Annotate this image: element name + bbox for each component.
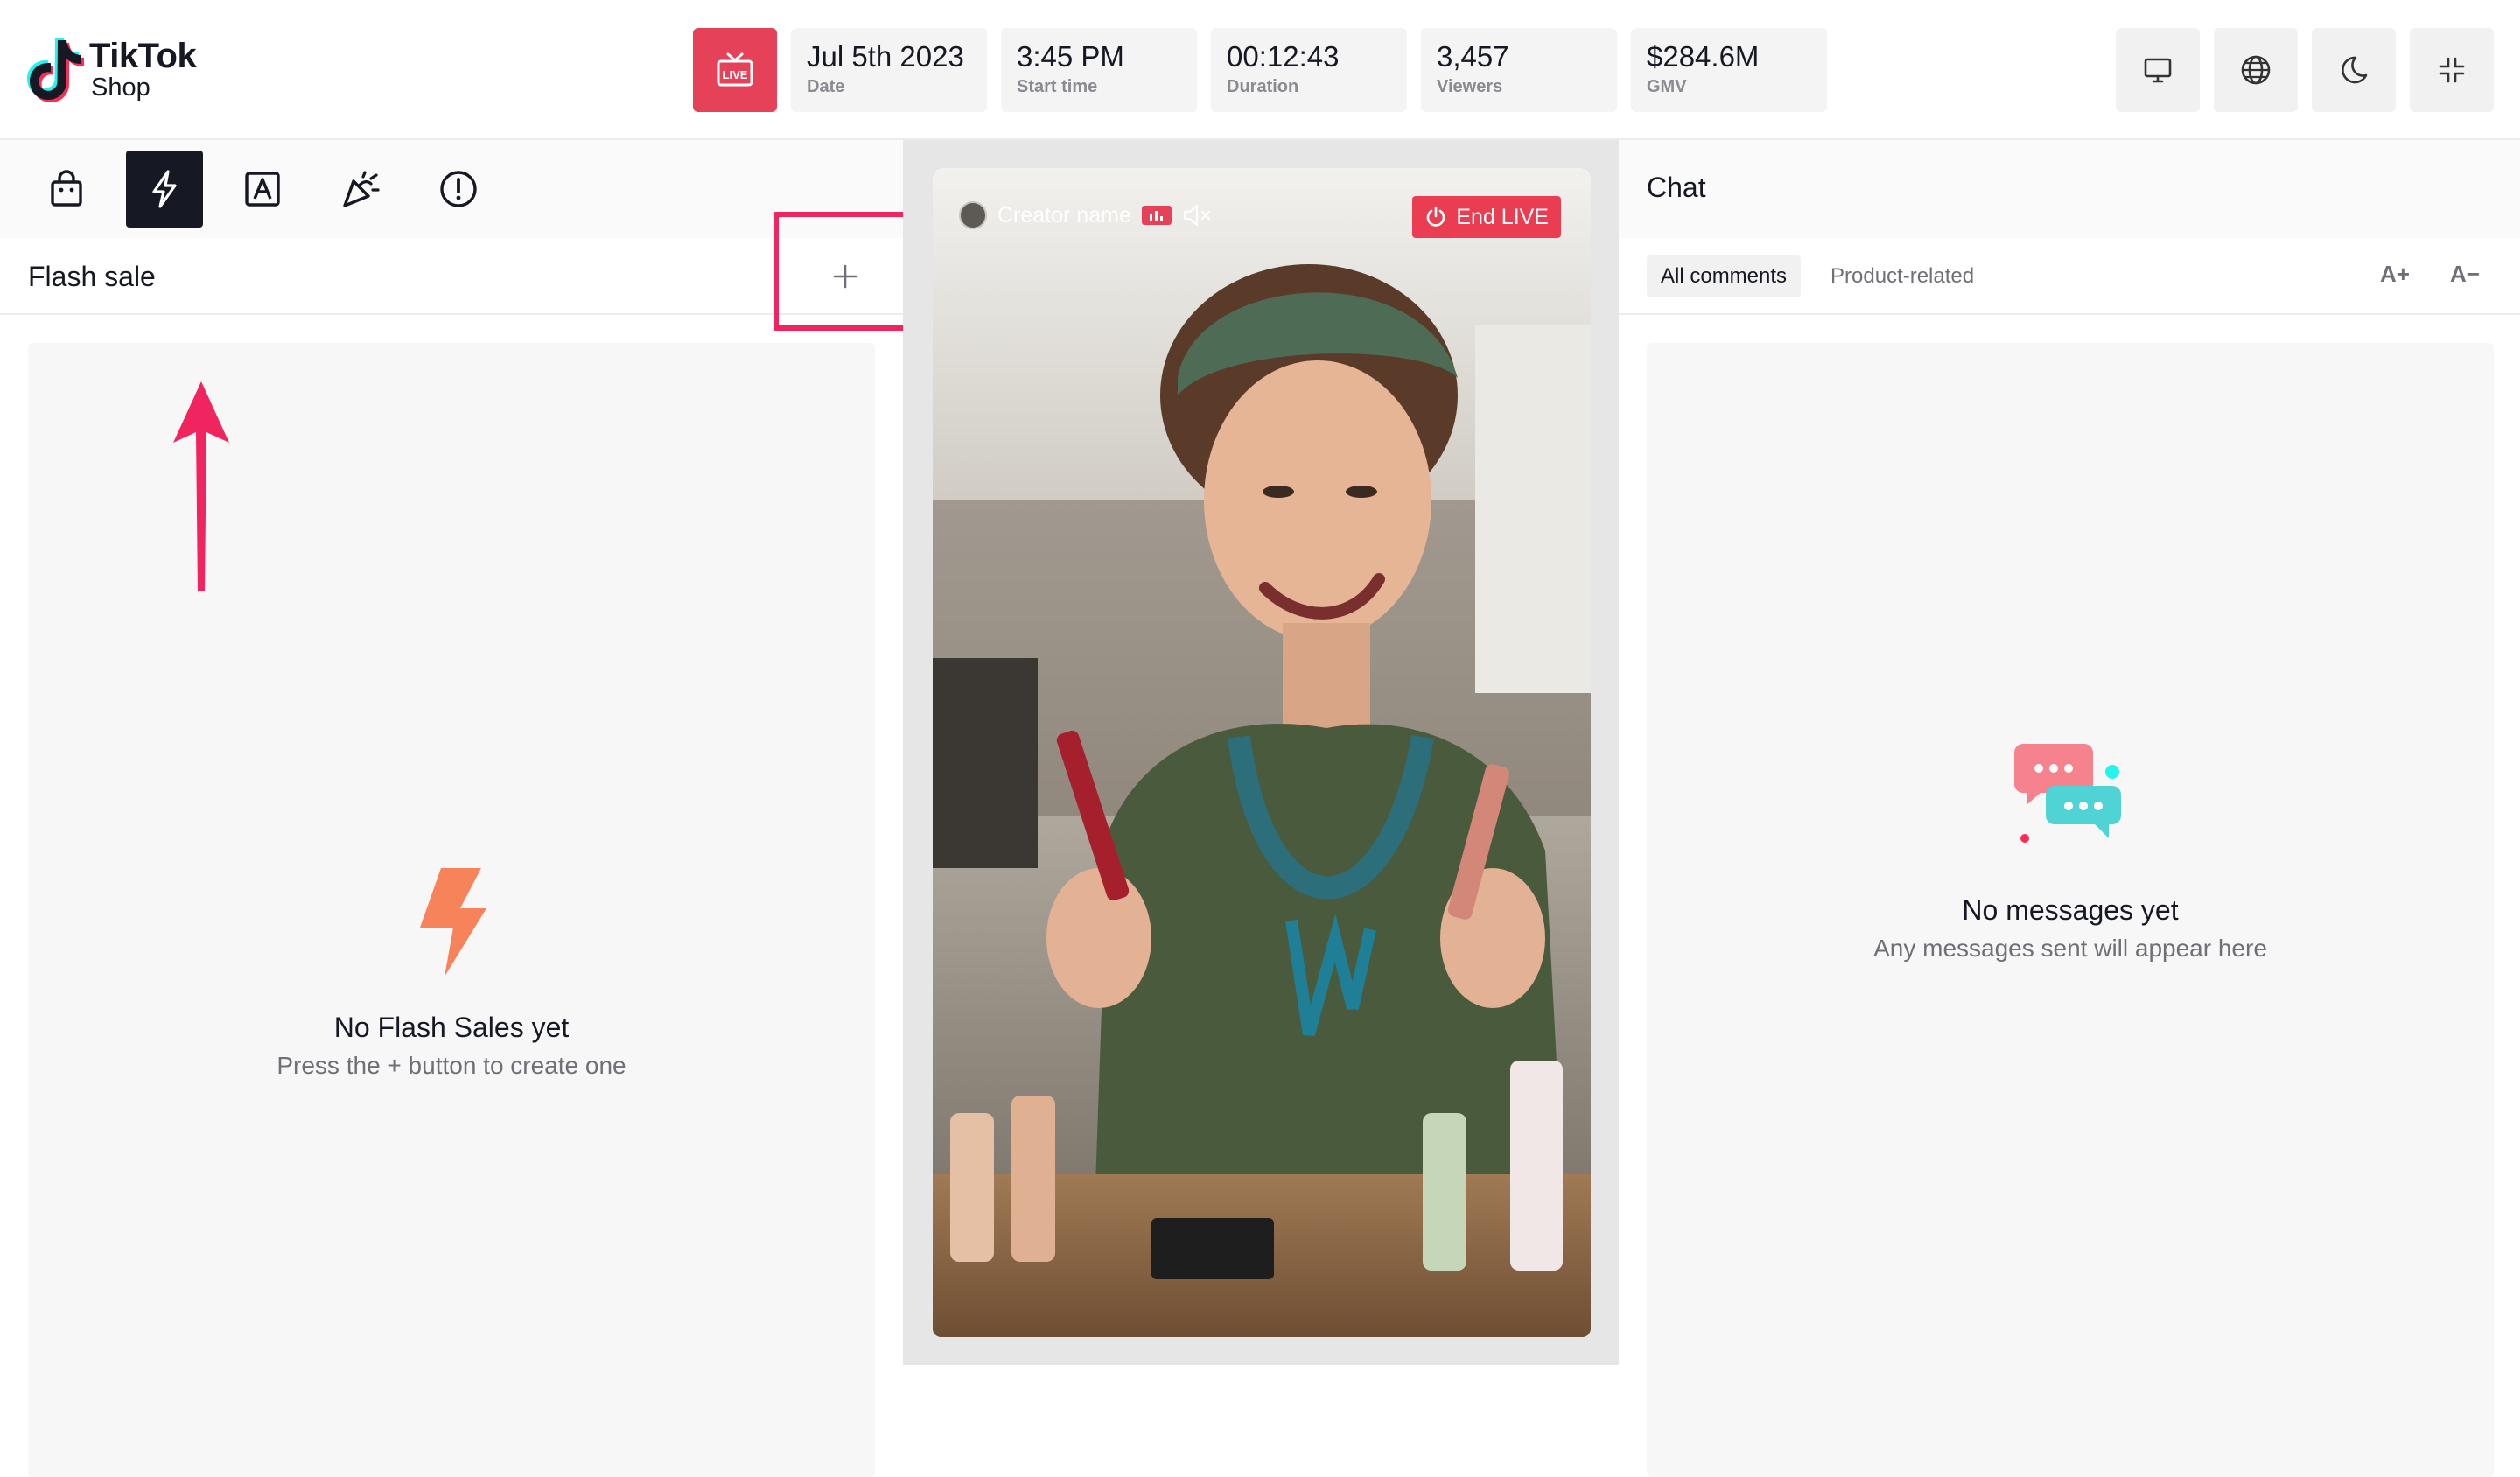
stat-viewers: 3,457 Viewers xyxy=(1421,28,1617,112)
flash-sale-header: Flash sale xyxy=(0,238,903,315)
chat-empty-card: No messages yet Any messages sent will a… xyxy=(1647,343,2494,1477)
creator-name: Creator name xyxy=(998,202,1131,228)
empty-state-title: No Flash Sales yet xyxy=(333,1012,570,1043)
end-live-label: End LIVE xyxy=(1456,204,1549,229)
font-decrease-button[interactable]: A− xyxy=(2450,261,2480,288)
tiktok-shop-logo: TikTok Shop xyxy=(26,35,219,110)
stat-value: 3,457 xyxy=(1437,40,1509,73)
flash-sale-title: Flash sale xyxy=(28,261,156,292)
flash-sale-lightning-icon xyxy=(420,868,486,976)
tool-tabs xyxy=(0,140,903,238)
stat-value: $284.6M xyxy=(1647,40,1760,73)
live-stats-bar: LIVE Jul 5th 2023 Date 3:45 PM Start tim… xyxy=(693,28,1827,112)
chat-bubbles-icon xyxy=(2014,744,2121,843)
annotation-arrow-icon xyxy=(173,382,229,592)
language-button[interactable] xyxy=(2214,28,2298,112)
chat-panel: Chat All comments Product-related A+ A− … xyxy=(1619,140,2520,1477)
power-icon xyxy=(1427,206,1446,227)
monitor-icon xyxy=(2144,58,2172,83)
chat-empty-subtitle: Any messages sent will appear here xyxy=(1873,934,2267,962)
stat-label: Duration xyxy=(1227,77,1299,96)
add-button-highlight-box xyxy=(774,212,922,331)
exit-fullscreen-button[interactable] xyxy=(2410,28,2494,112)
party-popper-icon xyxy=(343,171,380,207)
tab-alerts[interactable] xyxy=(420,150,497,228)
header-actions xyxy=(2116,28,2494,112)
live-preview-panel: Creator name End LIVE xyxy=(903,140,1619,1365)
left-panel: Flash sale No Flash Sales yet Press the … xyxy=(0,140,922,1477)
dark-mode-button[interactable] xyxy=(2312,28,2396,112)
chat-empty-title: No messages yet xyxy=(1962,894,2179,926)
stat-gmv: $284.6M GMV xyxy=(1631,28,1827,112)
video-frame-image xyxy=(933,168,1591,1337)
creator-avatar xyxy=(959,201,987,229)
shopping-bag-icon xyxy=(51,170,82,206)
live-video-preview: Creator name End LIVE xyxy=(933,168,1591,1337)
alert-icon xyxy=(440,171,477,207)
flash-sale-empty-card: No Flash Sales yet Press the + button to… xyxy=(28,343,875,1477)
stat-duration: 00:12:43 Duration xyxy=(1211,28,1407,112)
minimize-icon xyxy=(2439,57,2465,83)
end-live-button[interactable]: End LIVE xyxy=(1412,196,1561,238)
logo-brand-text: TikTok xyxy=(89,37,197,75)
font-increase-button[interactable]: A+ xyxy=(2380,261,2410,288)
live-indicator-icon xyxy=(1141,206,1172,225)
tab-giveaway[interactable] xyxy=(322,150,399,228)
stat-label: Date xyxy=(807,77,845,96)
stat-label: Start time xyxy=(1017,77,1098,96)
live-tv-icon: LIVE xyxy=(717,52,753,87)
top-header: TikTok Shop LIVE Jul 5th 2023 Date 3:45 … xyxy=(0,0,2520,140)
tiktok-logo-icon xyxy=(27,38,84,102)
tab-all-comments[interactable]: All comments xyxy=(1647,256,1802,298)
text-a-icon xyxy=(245,172,280,206)
mute-icon[interactable] xyxy=(1182,203,1212,228)
stat-value: 00:12:43 xyxy=(1227,40,1340,73)
chat-filter-tabs: All comments Product-related A+ A− xyxy=(1619,238,2520,315)
empty-state-subtitle: Press the + button to create one xyxy=(276,1052,626,1079)
stat-value: 3:45 PM xyxy=(1017,40,1124,73)
tab-products[interactable] xyxy=(28,150,105,228)
logo-sub-text: Shop xyxy=(91,74,150,102)
globe-icon xyxy=(2241,55,2271,85)
moon-icon xyxy=(2342,56,2368,84)
live-badge: LIVE xyxy=(693,28,777,112)
stat-date: Jul 5th 2023 Date xyxy=(791,28,987,112)
creator-info: Creator name xyxy=(959,201,1212,229)
monitor-button[interactable] xyxy=(2116,28,2200,112)
tab-product-related[interactable]: Product-related xyxy=(1816,256,1988,298)
chat-title: Chat xyxy=(1647,172,1706,203)
stat-label: Viewers xyxy=(1437,77,1503,96)
svg-text:LIVE: LIVE xyxy=(723,68,748,81)
stat-value: Jul 5th 2023 xyxy=(807,40,964,73)
stat-label: GMV xyxy=(1647,77,1687,96)
tab-flash-sale[interactable] xyxy=(126,150,203,228)
lightning-icon xyxy=(152,170,177,208)
stat-start-time: 3:45 PM Start time xyxy=(1001,28,1197,112)
tab-text-overlay[interactable] xyxy=(224,150,301,228)
chat-header: Chat xyxy=(1619,140,2520,238)
